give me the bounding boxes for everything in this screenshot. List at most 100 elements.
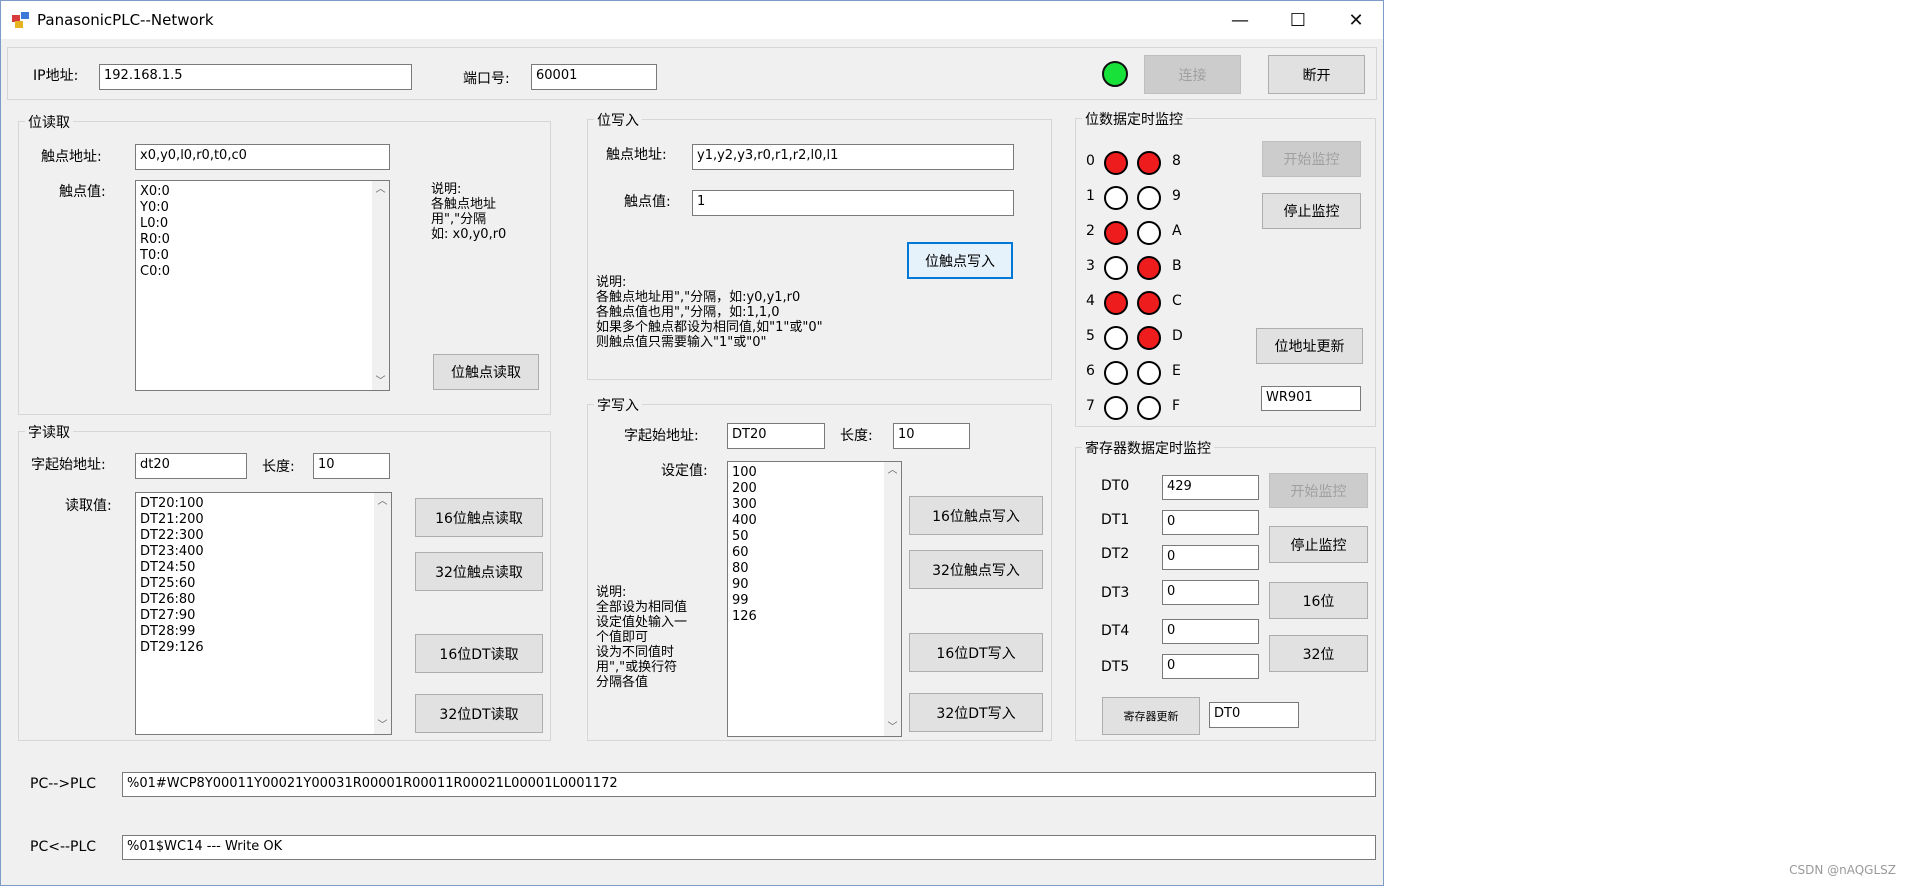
bit-led-6 — [1104, 361, 1128, 385]
bit-write-value-input[interactable]: 1 — [692, 190, 1014, 216]
write-32bit-contact-button[interactable]: 32位触点写入 — [909, 550, 1043, 589]
connect-button[interactable]: 连接 — [1144, 55, 1241, 94]
disconnect-button[interactable]: 断开 — [1268, 55, 1365, 94]
bit-led-4 — [1104, 291, 1128, 315]
list-item: Y0:0 — [140, 200, 169, 215]
reg-monitor-start-button[interactable]: 开始监控 — [1269, 473, 1368, 508]
connection-panel: IP地址: 192.168.1.5 端口号: 60001 连接 断开 — [7, 47, 1377, 100]
list-item: DT23:400 — [140, 544, 204, 559]
window-title: PanasonicPLC--Network — [37, 11, 214, 29]
note-line: 则触点值只需要输入"1"或"0" — [596, 335, 767, 350]
bit-led-1 — [1104, 186, 1128, 210]
bit-led-8 — [1137, 151, 1161, 175]
write-32bit-dt-button[interactable]: 32位DT写入 — [909, 693, 1043, 732]
reg-value-dt0[interactable]: 429 — [1162, 475, 1259, 500]
reg-label-dt5: DT5 — [1101, 659, 1130, 675]
bit-led-C — [1137, 291, 1161, 315]
send-log-field[interactable]: %01#WCP8Y00011Y00021Y00031R00001R00011R0… — [122, 772, 1376, 797]
reg-value-dt1[interactable]: 0 — [1162, 510, 1259, 535]
main-window: PanasonicPLC--Network — ☐ ✕ IP地址: 192.16… — [0, 0, 1384, 886]
write-16bit-contact-button[interactable]: 16位触点写入 — [909, 496, 1043, 535]
write-16bit-dt-button[interactable]: 16位DT写入 — [909, 633, 1043, 672]
reg-label-dt0: DT0 — [1101, 478, 1130, 494]
word-read-start-input[interactable]: dt20 — [135, 453, 247, 479]
send-log-label: PC-->PLC — [30, 776, 97, 792]
word-read-length-input[interactable]: 10 — [313, 453, 390, 479]
bit-monitor-start-button[interactable]: 开始监控 — [1262, 141, 1361, 177]
vertical-scrollbar[interactable]: ︿ ﹀ — [372, 181, 389, 390]
scroll-down-icon[interactable]: ﹀ — [372, 373, 389, 390]
list-item: T0:0 — [140, 248, 169, 263]
word-write-length-input[interactable]: 10 — [893, 423, 970, 449]
word-read-values-list[interactable]: DT20:100 DT21:200 DT22:300 DT23:400 DT24… — [135, 492, 392, 735]
ip-input[interactable]: 192.168.1.5 — [99, 64, 412, 90]
word-write-value-label: 设定值: — [661, 463, 708, 479]
bit-address-update-button[interactable]: 位地址更新 — [1256, 328, 1363, 364]
reg-32bit-button[interactable]: 32位 — [1269, 635, 1368, 672]
bit-label-0: 0 — [1086, 153, 1095, 169]
word-read-title: 字读取 — [25, 422, 73, 442]
connection-status-indicator — [1102, 61, 1128, 87]
read-32bit-dt-button[interactable]: 32位DT读取 — [415, 694, 543, 733]
title-bar: PanasonicPLC--Network — ☐ ✕ — [1, 1, 1383, 39]
bit-label-3: 3 — [1086, 258, 1095, 274]
bit-write-button[interactable]: 位触点写入 — [907, 242, 1013, 279]
vertical-scrollbar[interactable]: ︿ ﹀ — [374, 493, 391, 734]
reg-monitor-stop-button[interactable]: 停止监控 — [1269, 526, 1368, 563]
bit-led-3 — [1104, 256, 1128, 280]
note-line: 设定值处输入一 — [596, 615, 688, 630]
reg-value-dt2[interactable]: 0 — [1162, 545, 1259, 570]
read-32bit-contact-button[interactable]: 32位触点读取 — [415, 552, 543, 591]
bit-write-group: 位写入 触点地址: y1,y2,y3,r0,r1,r2,l0,l1 触点值: 1… — [587, 110, 1052, 380]
scroll-down-icon[interactable]: ﹀ — [374, 717, 391, 734]
bit-monitor-addr-input[interactable]: WR901 — [1261, 386, 1361, 411]
reg-value-dt3[interactable]: 0 — [1162, 580, 1259, 605]
note-line: 全部设为相同值 — [596, 600, 688, 615]
word-write-start-input[interactable]: DT20 — [727, 423, 825, 449]
note-line: 说明: — [596, 585, 627, 600]
note-line: 用","或换行符 — [596, 660, 678, 675]
bit-read-title: 位读取 — [25, 112, 73, 132]
register-monitor-title: 寄存器数据定时监控 — [1082, 438, 1214, 458]
scroll-down-icon[interactable]: ﹀ — [884, 719, 901, 736]
watermark: CSDN @nAQGLSZ — [1789, 863, 1896, 877]
reg-monitor-addr-input[interactable]: DT0 — [1209, 702, 1299, 728]
list-item: 400 — [732, 513, 757, 528]
word-read-start-label: 字起始地址: — [31, 457, 106, 473]
bit-monitor-stop-button[interactable]: 停止监控 — [1262, 193, 1361, 229]
read-16bit-contact-button[interactable]: 16位触点读取 — [415, 498, 543, 537]
bit-read-addr-input[interactable]: x0,y0,l0,r0,t0,c0 — [135, 144, 390, 170]
reg-value-dt5[interactable]: 0 — [1162, 654, 1259, 679]
scroll-up-icon[interactable]: ︿ — [374, 493, 391, 510]
list-item: DT25:60 — [140, 576, 196, 591]
list-item: DT21:200 — [140, 512, 204, 527]
register-update-button[interactable]: 寄存器更新 — [1102, 697, 1200, 735]
vertical-scrollbar[interactable]: ︿ ﹀ — [884, 462, 901, 736]
list-item: DT29:126 — [140, 640, 204, 655]
reg-16bit-button[interactable]: 16位 — [1269, 582, 1368, 619]
word-write-note: 说明: 全部设为相同值 设定值处输入一 个值即可 设为不同值时 用","或换行符… — [596, 585, 687, 690]
bit-label-7: 7 — [1086, 398, 1095, 414]
scroll-up-icon[interactable]: ︿ — [372, 181, 389, 198]
read-16bit-dt-button[interactable]: 16位DT读取 — [415, 634, 543, 673]
reg-value-dt4[interactable]: 0 — [1162, 619, 1259, 644]
bit-read-button[interactable]: 位触点读取 — [433, 354, 539, 390]
list-item: 100 — [732, 465, 757, 480]
note-line: 各触点地址 — [431, 197, 497, 212]
bit-label-9: 9 — [1172, 188, 1181, 204]
minimize-button[interactable]: — — [1217, 1, 1263, 39]
bit-write-addr-input[interactable]: y1,y2,y3,r0,r1,r2,l0,l1 — [692, 144, 1014, 170]
recv-log-field[interactable]: %01$WC14 --- Write OK — [122, 835, 1376, 860]
bit-monitor-group: 位数据定时监控 0 8 1 9 2 A 3 B 4 C 5 D 6 E 7 F 开始监控 停止监控 位地址更新… — [1075, 109, 1376, 427]
list-item: 300 — [732, 497, 757, 512]
port-input[interactable]: 60001 — [531, 64, 657, 90]
close-button[interactable]: ✕ — [1333, 1, 1379, 39]
scroll-up-icon[interactable]: ︿ — [884, 462, 901, 479]
bit-led-0 — [1104, 151, 1128, 175]
list-item: X0:0 — [140, 184, 170, 199]
maximize-button[interactable]: ☐ — [1275, 1, 1321, 39]
bit-read-values-list[interactable]: X0:0 Y0:0 L0:0 R0:0 T0:0 C0:0 ︿ ﹀ — [135, 180, 390, 391]
list-item: DT24:50 — [140, 560, 196, 575]
app-icon — [12, 12, 29, 28]
word-write-values-list[interactable]: 100 200 300 400 50 60 80 90 99 126 ︿ ﹀ — [727, 461, 902, 737]
